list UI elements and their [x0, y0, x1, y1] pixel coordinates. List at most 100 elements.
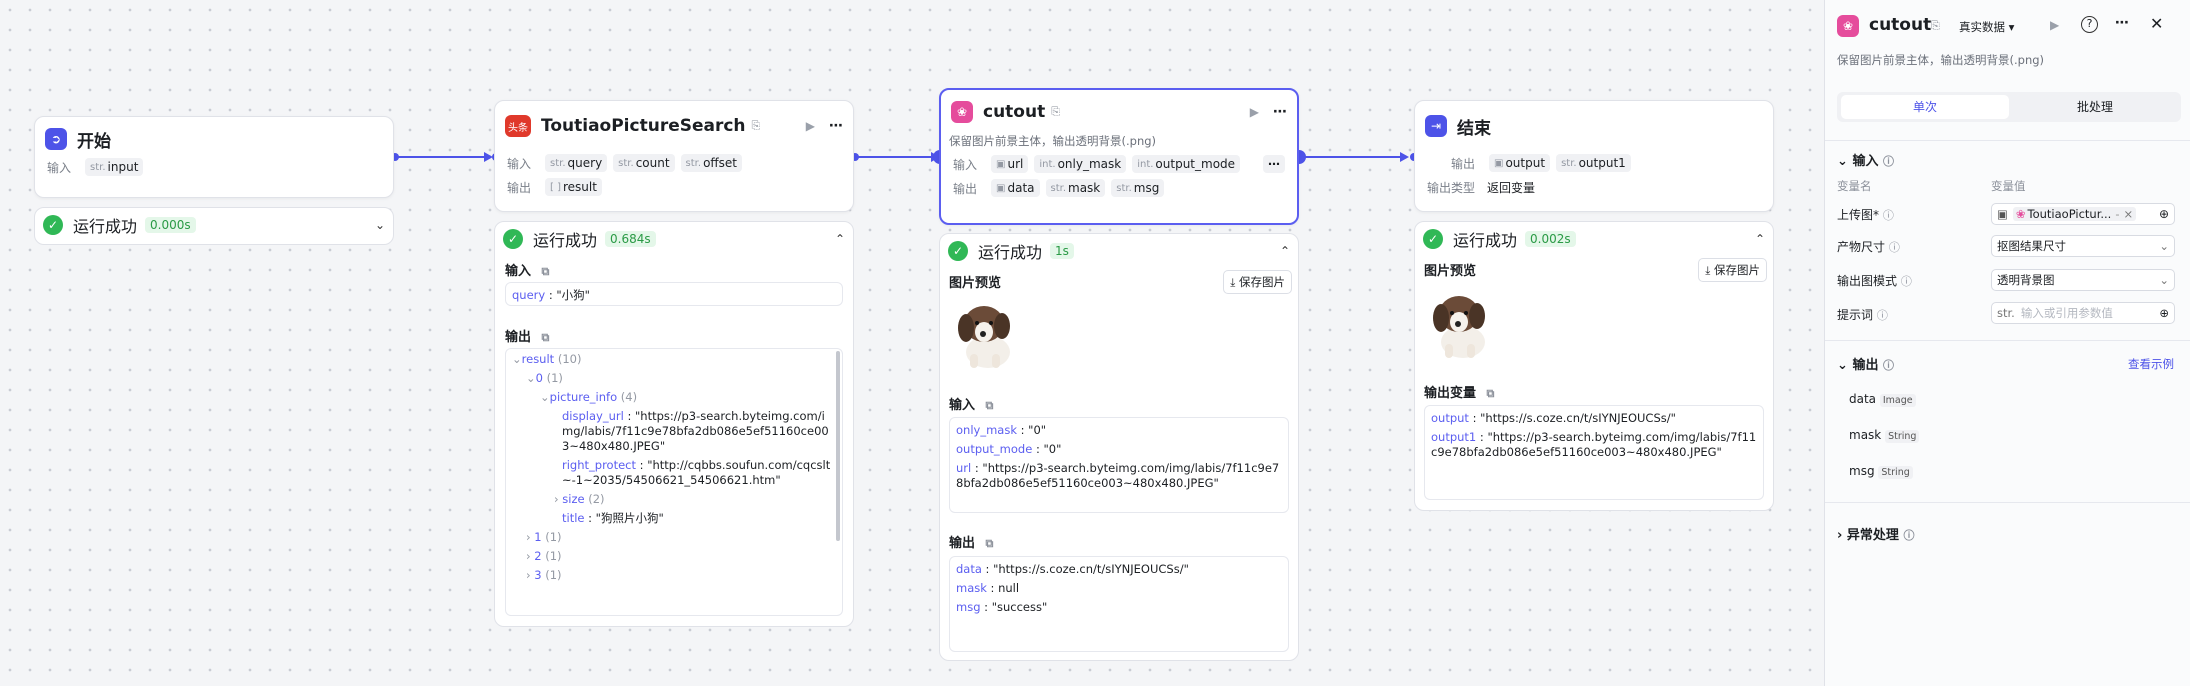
- param-tag: ▣ output: [1489, 154, 1551, 172]
- input-section-header[interactable]: ⌄ 输入 ⓘ: [1837, 150, 1894, 169]
- edge-cutout-end: [1305, 156, 1405, 158]
- cutout-plugin-icon: ❀: [1837, 15, 1859, 37]
- output-label: 输出: [507, 180, 532, 195]
- param-tag: int. output_mode: [1132, 155, 1241, 173]
- doc-icon: ⎘: [1051, 105, 1061, 118]
- param-tag: str. count: [613, 154, 675, 172]
- tab-batch[interactable]: 批处理: [2013, 95, 2177, 119]
- doc-icon: ⎘: [1931, 19, 1940, 32]
- more-params-icon[interactable]: ⋯: [1263, 155, 1285, 173]
- chevron-up-icon[interactable]: ⌃: [1755, 232, 1765, 246]
- download-icon: ⤓: [1230, 275, 1236, 289]
- tab-single[interactable]: 单次: [1841, 95, 2009, 119]
- param-name: 输出图模式: [1837, 274, 1898, 288]
- help-icon[interactable]: ?: [2081, 16, 2098, 33]
- param-tag: str. query: [545, 154, 608, 172]
- time-badge: 0.684s: [605, 231, 656, 247]
- upload-image-field[interactable]: ▣ ❀ ToutiaoPictur... - × ⊕: [1991, 203, 2175, 225]
- size-select[interactable]: 抠图结果尺寸 ⌄: [1991, 235, 2175, 257]
- side-title: cutout: [1869, 15, 1932, 35]
- status-text: 运行成功: [978, 243, 1043, 262]
- copy-icon[interactable]: ⧉: [986, 399, 994, 412]
- scrollbar[interactable]: [836, 351, 840, 541]
- dog-preview-image: [948, 294, 1028, 374]
- start-status-panel[interactable]: ✓ 运行成功 0.000s ⌄: [34, 207, 394, 245]
- success-icon: ✓: [43, 215, 63, 235]
- run-icon[interactable]: ▶: [2050, 18, 2059, 32]
- end-result-panel[interactable]: ✓ 运行成功 0.002s ⌃ 图片预览 ⤓ 保存图片 输出变量 ⧉ outpu…: [1414, 221, 1774, 511]
- col-name-header: 变量名: [1837, 179, 1872, 193]
- input-label: 输入: [47, 160, 72, 175]
- status-text: 运行成功: [73, 217, 138, 236]
- output-label: 输出: [1451, 156, 1476, 171]
- chevron-down-icon[interactable]: ⌄: [375, 218, 385, 232]
- output-title: 输出: [949, 536, 976, 551]
- input-box: query : "小狗": [505, 282, 843, 306]
- input-title: 输入: [505, 264, 532, 279]
- prompt-input[interactable]: str. 输入或引用参数值 ⊕: [1991, 302, 2175, 324]
- time-badge: 0.000s: [145, 217, 196, 233]
- image-icon: ▣: [996, 158, 1006, 170]
- edge-arrow: [1400, 152, 1409, 162]
- param-name: 上传图*: [1837, 208, 1880, 222]
- image-icon: ▣: [1997, 207, 2008, 221]
- time-badge: 1s: [1050, 243, 1074, 259]
- end-title: 结束: [1457, 118, 1491, 139]
- copy-icon[interactable]: ⧉: [542, 331, 550, 344]
- variable-ref-icon: ⊕: [2159, 306, 2169, 320]
- chevron-right-icon: ›: [1837, 528, 1843, 543]
- input-title: 输入: [949, 398, 976, 413]
- cutout-node[interactable]: ❀ cutout ⎘ ▶ ⋯ 保留图片前景主体，输出透明背景(.png) 输入 …: [939, 88, 1299, 225]
- start-node[interactable]: ➲ 开始 输入 str. input: [34, 116, 394, 198]
- run-icon[interactable]: ▶: [806, 119, 815, 133]
- chevron-up-icon[interactable]: ⌃: [1280, 244, 1290, 258]
- output-item: mask String: [1849, 428, 1920, 443]
- toutiao-result-panel[interactable]: ✓ 运行成功 0.684s ⌃ 输入 ⧉ query : "小狗" 输出 ⧉ ⌄…: [494, 221, 854, 627]
- output-title: 输出: [505, 330, 532, 345]
- mode-dropdown[interactable]: 真实数据 ▾: [1959, 19, 2014, 35]
- see-example-link[interactable]: 查看示例: [2128, 356, 2174, 372]
- chevron-down-icon: ⌄: [2159, 273, 2169, 287]
- save-image-button[interactable]: ⤓ 保存图片: [1223, 270, 1292, 294]
- status-text: 运行成功: [533, 231, 598, 250]
- image-icon: ▣: [996, 182, 1006, 194]
- remove-icon: ×: [2123, 207, 2134, 221]
- info-icon: ⓘ: [1903, 529, 1915, 542]
- input-label: 输入: [507, 156, 532, 171]
- output-section-header[interactable]: ⌄ 输出 ⓘ: [1837, 354, 1894, 373]
- success-icon: ✓: [1423, 229, 1443, 249]
- close-icon[interactable]: ✕: [2150, 14, 2163, 33]
- save-image-button[interactable]: ⤓ 保存图片: [1698, 258, 1767, 282]
- chevron-up-icon[interactable]: ⌃: [835, 232, 845, 246]
- more-icon[interactable]: ⋯: [829, 118, 843, 134]
- caret-down-icon: ▾: [2008, 20, 2015, 34]
- copy-icon[interactable]: ⧉: [1487, 387, 1495, 400]
- more-icon[interactable]: ⋯: [1273, 104, 1287, 120]
- param-tag: str. msg: [1111, 179, 1165, 197]
- end-icon: ⇥: [1425, 115, 1447, 137]
- info-icon: ⓘ: [1882, 209, 1894, 222]
- info-icon: ⓘ: [1900, 275, 1912, 288]
- chevron-down-icon: ⌄: [1837, 154, 1848, 169]
- info-icon: ⓘ: [1882, 359, 1894, 372]
- param-tag: [ ] result: [545, 178, 602, 196]
- output-mode-select[interactable]: 透明背景图 ⌄: [1991, 269, 2175, 291]
- toutiao-title: ToutiaoPictureSearch: [541, 116, 746, 136]
- toutiao-node[interactable]: 头条 ToutiaoPictureSearch ⎘ ▶ ⋯ 输入 str. que…: [494, 100, 854, 212]
- chevron-down-icon: ⌄: [1837, 358, 1848, 373]
- end-node[interactable]: ⇥ 结束 输出 ▣ output str. output1 输出类型 返回变量: [1414, 100, 1774, 212]
- cutout-result-panel[interactable]: ✓ 运行成功 1s ⌃ 图片预览 ⤓ 保存图片 输入 ⧉ only_mask :…: [939, 233, 1299, 661]
- doc-icon: ⎘: [751, 119, 761, 132]
- error-section-header[interactable]: › 异常处理 ⓘ: [1837, 524, 1914, 543]
- copy-icon[interactable]: ⧉: [542, 265, 550, 278]
- info-icon: ⓘ: [1876, 309, 1888, 322]
- info-icon: ⓘ: [1888, 241, 1900, 254]
- param-tag: ▣ data: [991, 179, 1040, 197]
- preview-title: 图片预览: [949, 276, 1002, 291]
- run-icon[interactable]: ▶: [1250, 105, 1259, 119]
- more-icon[interactable]: ⋯: [2115, 15, 2129, 31]
- variable-ref-icon: ⊕: [2158, 207, 2169, 221]
- var-box: output : "https://s.coze.cn/t/sIYNJEOUCS…: [1424, 405, 1764, 500]
- copy-icon[interactable]: ⧉: [986, 537, 994, 550]
- input-box: only_mask : "0" output_mode : "0" url : …: [949, 417, 1289, 513]
